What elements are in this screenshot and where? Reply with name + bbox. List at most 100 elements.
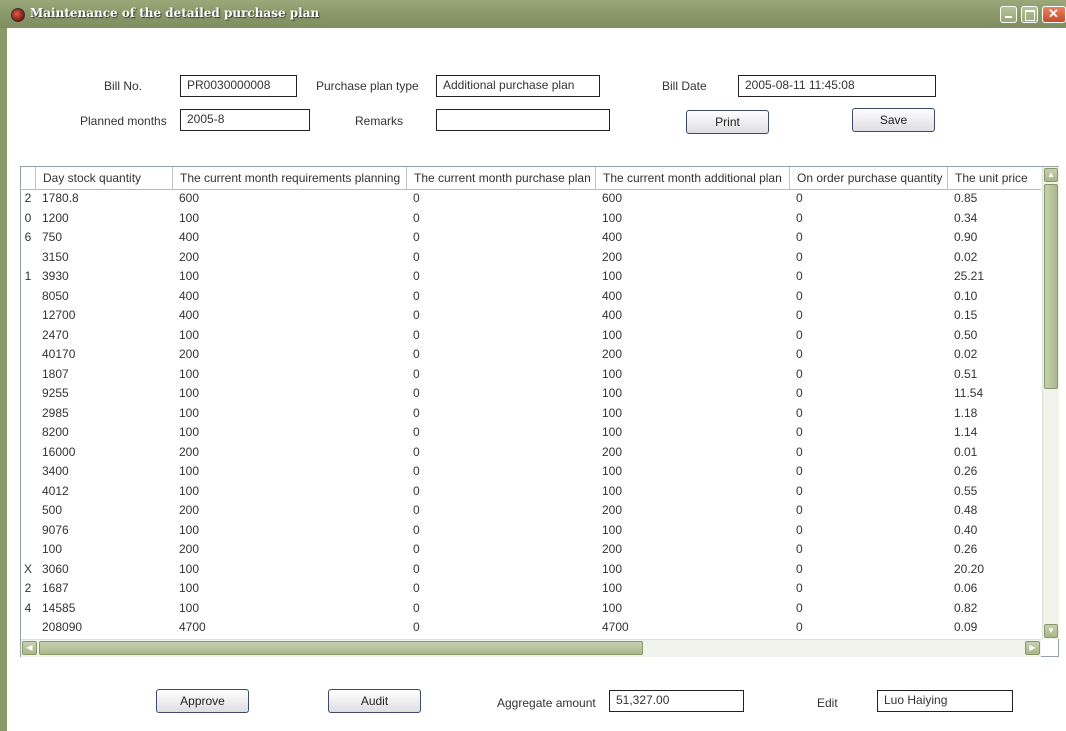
table-cell[interactable]: 1807: [35, 365, 172, 385]
table-cell[interactable]: 100: [595, 599, 789, 619]
table-cell[interactable]: 100: [595, 267, 789, 287]
table-cell[interactable]: 9076: [35, 521, 172, 541]
table-cell[interactable]: 100: [172, 579, 406, 599]
purchase-plan-grid[interactable]: Day stock quantity The current month req…: [20, 166, 1059, 657]
table-cell[interactable]: 0.06: [947, 579, 1041, 599]
table-row[interactable]: 6 750 400 0 400 0 0.90: [21, 228, 1041, 248]
table-cell[interactable]: 20.20: [947, 560, 1041, 580]
table-cell[interactable]: 0: [789, 618, 947, 638]
table-row[interactable]: 4012 100 0 100 0 0.55: [21, 482, 1041, 502]
table-cell[interactable]: 0: [789, 560, 947, 580]
table-row[interactable]: 500 200 0 200 0 0.48: [21, 501, 1041, 521]
table-cell[interactable]: 0.02: [947, 248, 1041, 268]
table-cell[interactable]: 3400: [35, 462, 172, 482]
table-cell[interactable]: 200: [172, 248, 406, 268]
table-cell[interactable]: 200: [595, 443, 789, 463]
table-cell[interactable]: 1687: [35, 579, 172, 599]
table-cell[interactable]: 208090: [35, 618, 172, 638]
table-cell[interactable]: 0: [789, 599, 947, 619]
table-cell[interactable]: 2985: [35, 404, 172, 424]
table-cell[interactable]: 1200: [35, 209, 172, 229]
table-cell[interactable]: 0: [406, 462, 595, 482]
table-cell[interactable]: 0.01: [947, 443, 1041, 463]
table-cell[interactable]: 0: [406, 618, 595, 638]
table-cell[interactable]: 100: [595, 423, 789, 443]
table-cell[interactable]: 0: [406, 228, 595, 248]
table-cell[interactable]: 100: [595, 579, 789, 599]
table-cell[interactable]: 14585: [35, 599, 172, 619]
save-button[interactable]: Save: [852, 108, 935, 132]
table-cell[interactable]: 0.90: [947, 228, 1041, 248]
table-cell[interactable]: 0: [406, 189, 595, 209]
table-cell[interactable]: 100: [172, 560, 406, 580]
table-cell[interactable]: 100: [35, 540, 172, 560]
minimize-button[interactable]: [1000, 6, 1017, 23]
table-row[interactable]: 100 200 0 200 0 0.26: [21, 540, 1041, 560]
table-cell[interactable]: 1.14: [947, 423, 1041, 443]
maximize-button[interactable]: [1021, 6, 1038, 23]
table-cell[interactable]: 200: [595, 248, 789, 268]
audit-button[interactable]: Audit: [328, 689, 421, 713]
table-cell[interactable]: 0: [406, 404, 595, 424]
table-cell[interactable]: 0: [789, 482, 947, 502]
table-cell[interactable]: 100: [595, 521, 789, 541]
table-cell[interactable]: 4012: [35, 482, 172, 502]
table-cell[interactable]: 0: [406, 482, 595, 502]
table-cell[interactable]: 100: [595, 209, 789, 229]
table-row[interactable]: 2470 100 0 100 0 0.50: [21, 326, 1041, 346]
table-cell[interactable]: 0: [789, 462, 947, 482]
table-cell[interactable]: 0: [406, 599, 595, 619]
table-cell[interactable]: 400: [172, 306, 406, 326]
horizontal-scrollbar[interactable]: ◀ ▶: [21, 639, 1041, 657]
table-cell[interactable]: 100: [172, 365, 406, 385]
table-cell[interactable]: 100: [595, 326, 789, 346]
table-cell[interactable]: 200: [172, 345, 406, 365]
table-cell[interactable]: 200: [595, 540, 789, 560]
table-cell[interactable]: 0: [789, 501, 947, 521]
column-header-requirements-planning[interactable]: The current month requirements planning: [172, 167, 406, 189]
table-cell[interactable]: 100: [172, 599, 406, 619]
table-cell[interactable]: 0: [406, 521, 595, 541]
table-cell[interactable]: 1.18: [947, 404, 1041, 424]
table-cell[interactable]: 200: [595, 501, 789, 521]
table-cell[interactable]: 400: [172, 228, 406, 248]
table-cell[interactable]: 0.10: [947, 287, 1041, 307]
table-row[interactable]: 3150 200 0 200 0 0.02: [21, 248, 1041, 268]
table-cell[interactable]: 0: [789, 423, 947, 443]
scroll-up-icon[interactable]: ▲: [1044, 168, 1058, 182]
table-cell[interactable]: 0: [789, 443, 947, 463]
table-cell[interactable]: 11.54: [947, 384, 1041, 404]
table-cell[interactable]: 0.15: [947, 306, 1041, 326]
table-cell[interactable]: 8050: [35, 287, 172, 307]
table-cell[interactable]: 4700: [172, 618, 406, 638]
table-cell[interactable]: 400: [595, 287, 789, 307]
table-cell[interactable]: 100: [172, 482, 406, 502]
table-cell[interactable]: 0: [406, 248, 595, 268]
table-row[interactable]: 4 14585 100 0 100 0 0.82: [21, 599, 1041, 619]
table-cell[interactable]: 100: [172, 423, 406, 443]
scroll-right-icon[interactable]: ▶: [1025, 641, 1040, 655]
table-cell[interactable]: 0: [406, 267, 595, 287]
table-cell[interactable]: 9255: [35, 384, 172, 404]
table-cell[interactable]: 750: [35, 228, 172, 248]
table-row[interactable]: 1 3930 100 0 100 0 25.21: [21, 267, 1041, 287]
table-cell[interactable]: 0: [406, 287, 595, 307]
table-cell[interactable]: 100: [172, 404, 406, 424]
table-cell[interactable]: 0.26: [947, 540, 1041, 560]
vertical-scrollbar[interactable]: ▲ ▼: [1042, 167, 1059, 639]
table-cell[interactable]: 100: [595, 560, 789, 580]
table-cell[interactable]: 0: [406, 365, 595, 385]
table-row[interactable]: 0 1200 100 0 100 0 0.34: [21, 209, 1041, 229]
table-cell[interactable]: 0.09: [947, 618, 1041, 638]
table-cell[interactable]: 0: [789, 345, 947, 365]
table-cell[interactable]: 25.21: [947, 267, 1041, 287]
table-cell[interactable]: 4700: [595, 618, 789, 638]
table-cell[interactable]: 100: [595, 365, 789, 385]
table-cell[interactable]: 400: [172, 287, 406, 307]
table-row[interactable]: 2 1687 100 0 100 0 0.06: [21, 579, 1041, 599]
table-cell[interactable]: 500: [35, 501, 172, 521]
horizontal-scroll-thumb[interactable]: [39, 641, 643, 655]
bill-no-field[interactable]: PR0030000008: [180, 75, 297, 97]
table-cell[interactable]: 40170: [35, 345, 172, 365]
table-cell[interactable]: 100: [595, 482, 789, 502]
